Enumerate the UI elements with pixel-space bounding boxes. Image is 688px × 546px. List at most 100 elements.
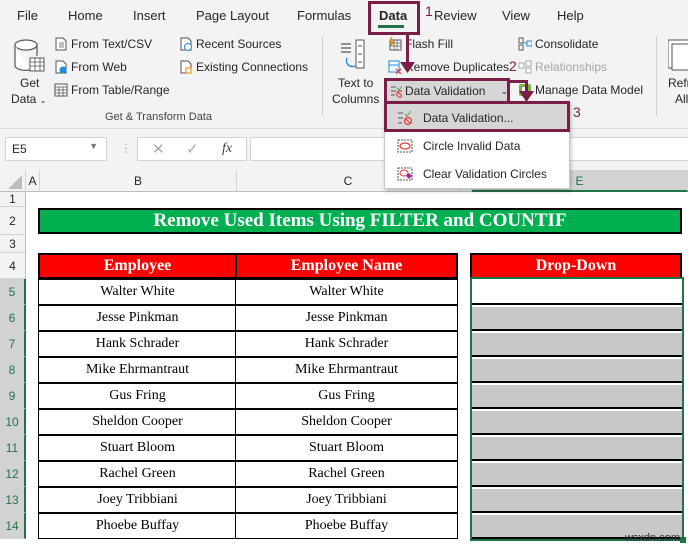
cell-employee[interactable]: Stuart Bloom <box>38 435 237 461</box>
cell-employee[interactable]: Rachel Green <box>38 461 237 487</box>
tab-formulas[interactable]: Formulas <box>297 8 351 23</box>
function-icon[interactable]: fx <box>222 141 232 157</box>
header-employee[interactable]: Employee <box>38 253 237 279</box>
fill-handle[interactable] <box>680 537 686 543</box>
cell-drop-down-active[interactable] <box>472 279 682 305</box>
row-header-10[interactable]: 10 <box>0 409 26 435</box>
column-header-a[interactable]: A <box>26 170 40 192</box>
formula-bar-grip: ⋮ <box>120 141 132 155</box>
cell-employee[interactable]: Phoebe Buffay <box>38 513 237 539</box>
from-text-csv-button[interactable]: From Text/CSV <box>54 37 152 51</box>
arrow-head-icon <box>400 62 415 73</box>
tab-page-layout[interactable]: Page Layout <box>196 8 269 23</box>
refresh-all-label-2: All <box>675 92 688 106</box>
row-header-7[interactable]: 7 <box>0 331 26 357</box>
from-text-csv-label: From Text/CSV <box>71 37 153 51</box>
get-data-label-2: Data <box>11 92 37 106</box>
row-header-11[interactable]: 11 <box>0 435 26 461</box>
tab-home[interactable]: Home <box>68 8 103 23</box>
tab-review[interactable]: Review <box>434 8 477 23</box>
existing-connections-label: Existing Connections <box>196 60 309 74</box>
cell-drop-down[interactable] <box>472 463 682 487</box>
cell-employee-name[interactable]: Sheldon Cooper <box>235 409 458 435</box>
from-web-label: From Web <box>71 60 127 74</box>
cell-employee-name[interactable]: Rachel Green <box>235 461 458 487</box>
relationships-button[interactable]: Relationships <box>518 60 607 74</box>
column-header-b[interactable]: B <box>40 170 237 192</box>
get-data-button[interactable]: Get Data ⌄ <box>10 36 50 106</box>
tab-file[interactable]: File <box>17 8 38 23</box>
menu-item-label: Clear Validation Circles <box>423 167 547 181</box>
cancel-icon[interactable]: ✕ <box>152 140 165 158</box>
recent-sources-button[interactable]: Recent Sources <box>179 37 281 51</box>
row-header-12[interactable]: 12 <box>0 461 26 487</box>
cell-employee[interactable]: Hank Schrader <box>38 331 237 357</box>
refresh-all-button[interactable]: Refr All <box>664 36 688 106</box>
chevron-down-icon: ⌄ <box>39 96 47 105</box>
tab-view[interactable]: View <box>502 8 530 23</box>
row-header-9[interactable]: 9 <box>0 383 26 409</box>
relationships-icon <box>518 60 532 74</box>
from-web-button[interactable]: From Web <box>54 60 127 74</box>
annotation-step-1: 1 <box>425 3 433 19</box>
row-header-1[interactable]: 1 <box>0 192 26 207</box>
header-drop-down[interactable]: Drop-Down <box>470 253 682 279</box>
cell-drop-down[interactable] <box>472 411 682 435</box>
consolidate-button[interactable]: Consolidate <box>518 37 598 51</box>
select-all-corner[interactable] <box>0 170 26 192</box>
row-header-13[interactable]: 13 <box>0 487 26 513</box>
menu-bar: File Home Insert Page Layout Formulas Da… <box>0 0 688 32</box>
cell-employee-name[interactable]: Walter White <box>235 279 458 305</box>
cell-drop-down[interactable] <box>472 385 682 409</box>
cell-employee[interactable]: Gus Fring <box>38 383 237 409</box>
cell-employee[interactable]: Joey Tribbiani <box>38 487 237 513</box>
enter-icon[interactable]: ✓ <box>186 140 199 158</box>
from-table-range-button[interactable]: From Table/Range <box>54 83 170 97</box>
cell-employee-name[interactable]: Phoebe Buffay <box>235 513 458 539</box>
row-header-8[interactable]: 8 <box>0 357 26 383</box>
clear-circles-icon <box>397 167 413 181</box>
row-header-6[interactable]: 6 <box>0 305 26 331</box>
cell-employee[interactable]: Jesse Pinkman <box>38 305 237 331</box>
recent-sources-icon <box>180 37 192 51</box>
annotation-step-3: 3 <box>573 104 581 120</box>
cell-drop-down[interactable] <box>472 333 682 357</box>
cell-employee[interactable]: Mike Ehrmantraut <box>38 357 237 383</box>
title-cell[interactable]: Remove Used Items Using FILTER and COUNT… <box>38 208 682 234</box>
tab-help[interactable]: Help <box>557 8 584 23</box>
row-header-2[interactable]: 2 <box>0 207 26 235</box>
cell-employee-name[interactable]: Joey Tribbiani <box>235 487 458 513</box>
database-icon <box>14 39 45 72</box>
cell-employee-name[interactable]: Gus Fring <box>235 383 458 409</box>
cell-drop-down[interactable] <box>472 307 682 331</box>
row-header-5[interactable]: 5 <box>0 279 26 305</box>
cell-drop-down[interactable] <box>472 489 682 513</box>
header-employee-name[interactable]: Employee Name <box>235 253 458 279</box>
text-to-columns-label-2: Columns <box>332 92 380 106</box>
annotation-box-menu-item <box>384 101 570 132</box>
menu-item-label: Circle Invalid Data <box>423 139 521 153</box>
refresh-all-icon <box>668 39 688 71</box>
ribbon-separator-2 <box>656 36 657 116</box>
tab-insert[interactable]: Insert <box>133 8 166 23</box>
flash-fill-button[interactable]: Flash Fill <box>388 37 453 51</box>
cell-employee[interactable]: Walter White <box>38 279 237 305</box>
row-header-3[interactable]: 3 <box>0 235 26 253</box>
menu-item-circle-invalid-data[interactable]: Circle Invalid Data <box>385 132 569 160</box>
cell-employee-name[interactable]: Stuart Bloom <box>235 435 458 461</box>
row-header-14[interactable]: 14 <box>0 513 26 539</box>
cell-employee-name[interactable]: Jesse Pinkman <box>235 305 458 331</box>
manage-data-model-button[interactable]: Manage Data Model <box>518 83 643 97</box>
menu-item-clear-validation-circles[interactable]: Clear Validation Circles <box>385 160 569 188</box>
cell-employee-name[interactable]: Hank Schrader <box>235 331 458 357</box>
row-header-4[interactable]: 4 <box>0 253 26 279</box>
cell-employee-name[interactable]: Mike Ehrmantraut <box>235 357 458 383</box>
cell-drop-down[interactable] <box>472 359 682 383</box>
text-to-columns-icon <box>341 39 365 69</box>
text-to-columns-button[interactable]: Text to Columns <box>330 36 382 106</box>
chevron-down-icon[interactable]: ▼ <box>89 141 98 151</box>
cell-employee[interactable]: Sheldon Cooper <box>38 409 237 435</box>
name-box[interactable]: E5 ▼ <box>5 137 107 161</box>
existing-connections-button[interactable]: Existing Connections <box>179 60 308 74</box>
cell-drop-down[interactable] <box>472 437 682 461</box>
